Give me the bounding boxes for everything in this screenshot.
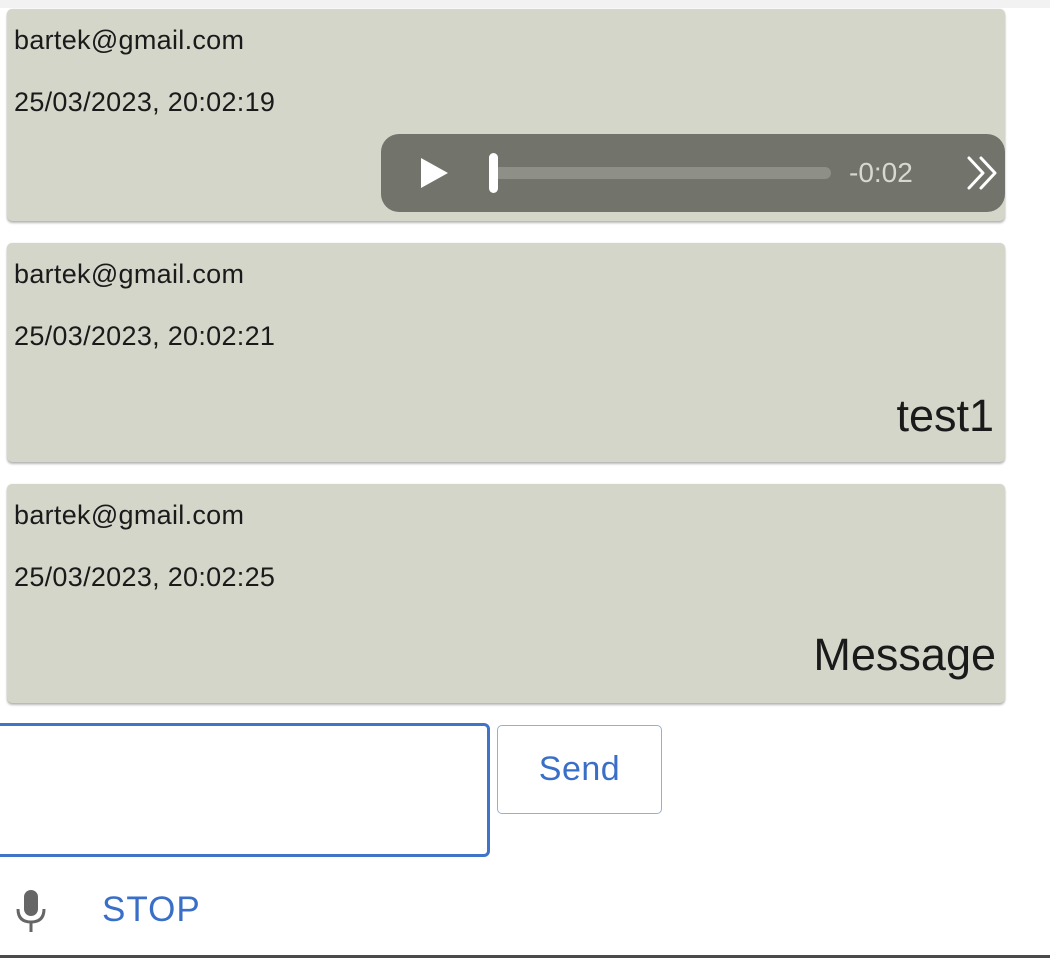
- audio-time-remaining: -0:02: [849, 157, 913, 188]
- message-sender: bartek@gmail.com: [14, 259, 245, 289]
- chevron-double-right-icon[interactable]: [966, 155, 1002, 191]
- microphone-icon[interactable]: [14, 889, 48, 933]
- message-sender: bartek@gmail.com: [14, 25, 245, 55]
- message-timestamp: 25/03/2023, 20:02:19: [14, 87, 276, 117]
- message-card: bartek@gmail.com 25/03/2023, 20:02:19 -0…: [7, 9, 1005, 221]
- stop-recording-button[interactable]: STOP: [88, 885, 215, 935]
- message-text: test1: [896, 390, 994, 441]
- message-timestamp: 25/03/2023, 20:02:25: [14, 562, 276, 592]
- message-sender: bartek@gmail.com: [14, 500, 245, 530]
- top-strip: [0, 0, 1050, 8]
- message-text: Message: [813, 629, 996, 680]
- send-button[interactable]: Send: [497, 725, 662, 814]
- play-icon[interactable]: [417, 156, 451, 190]
- audio-seek-thumb[interactable]: [489, 153, 498, 193]
- message-timestamp: 25/03/2023, 20:02:21: [14, 321, 276, 351]
- message-card: bartek@gmail.com 25/03/2023, 20:02:25 Me…: [7, 484, 1005, 703]
- audio-seek-bar[interactable]: [491, 167, 831, 179]
- audio-player: -0:02: [381, 134, 1005, 212]
- message-card: bartek@gmail.com 25/03/2023, 20:02:21 te…: [7, 243, 1005, 462]
- message-input[interactable]: [0, 723, 490, 857]
